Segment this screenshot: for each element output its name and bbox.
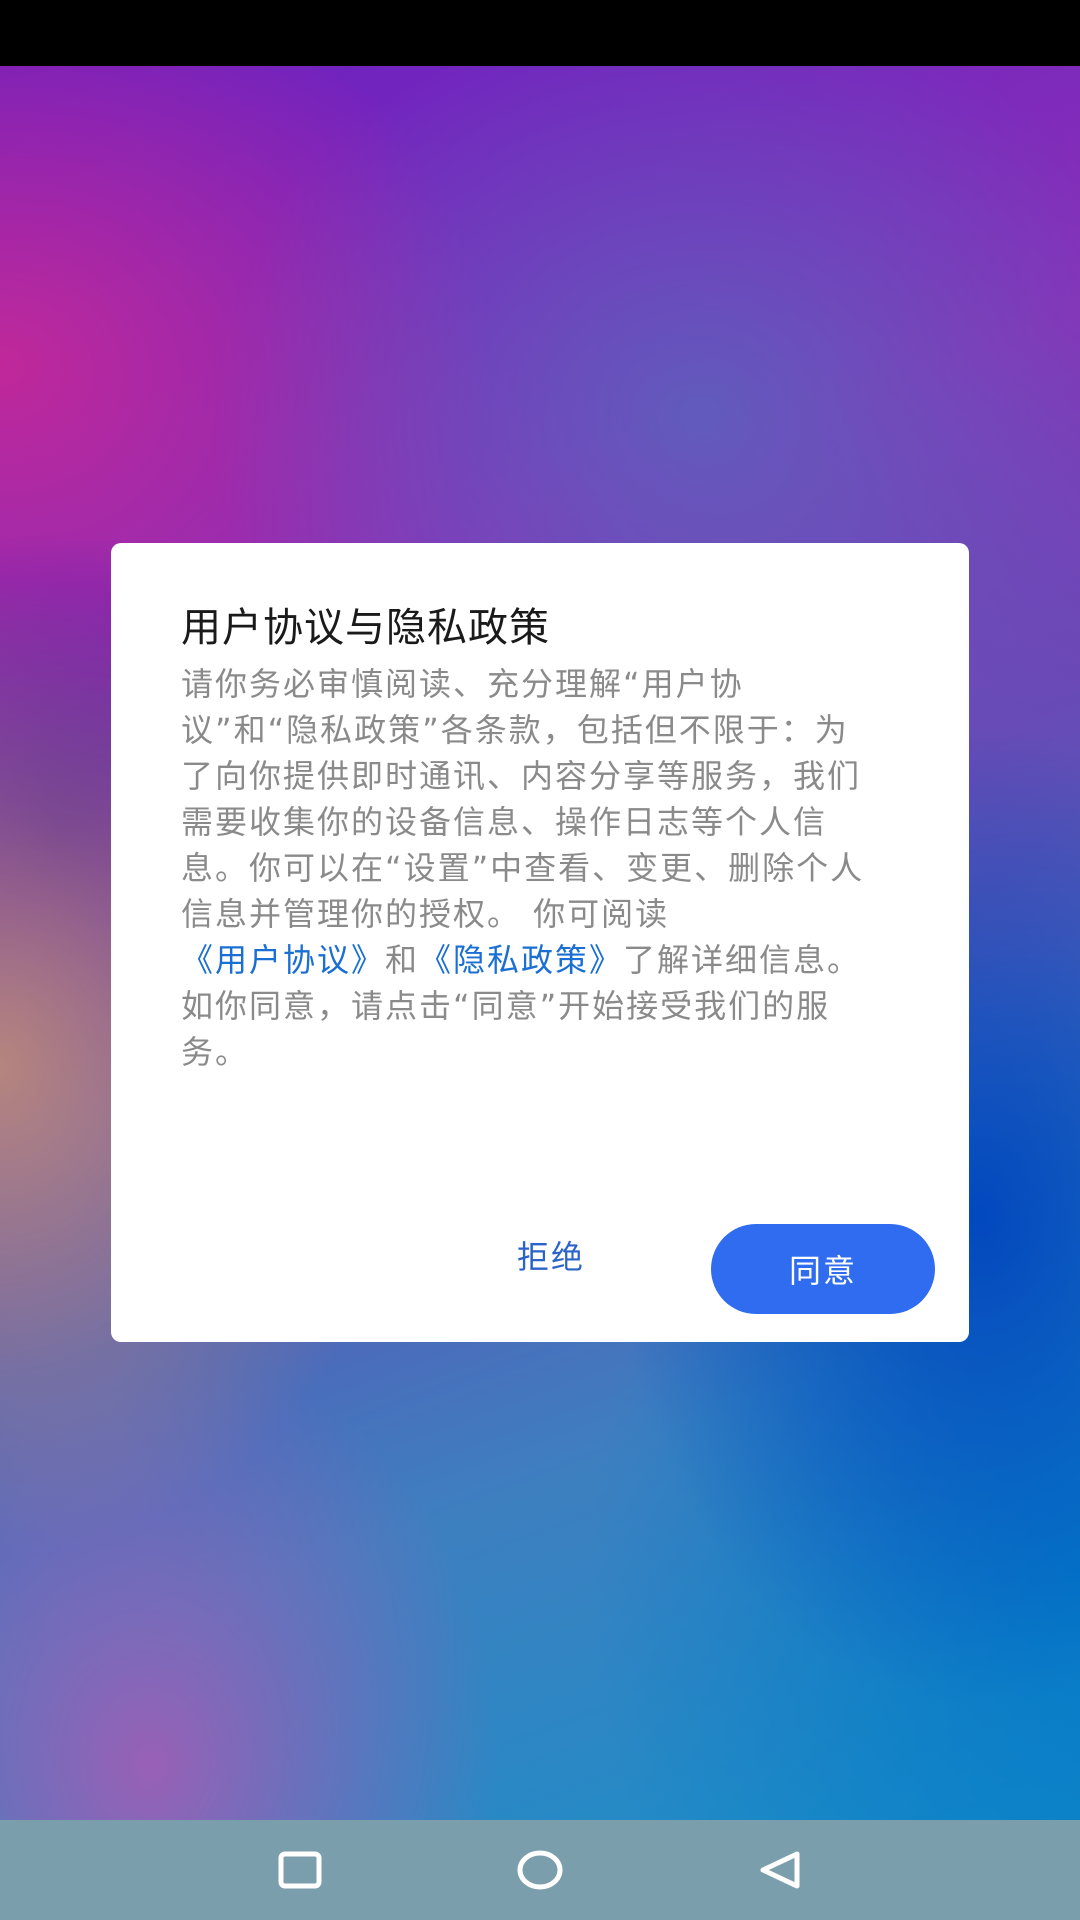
circle-home-icon <box>517 1850 563 1890</box>
privacy-policy-link[interactable]: 《隐私政策》 <box>419 941 623 979</box>
square-recent-apps-icon <box>278 1851 322 1889</box>
dialog-body: 请你务必审慎阅读、充分理解“用户协议”和“隐私政策”各条款，包括但不限于：为了向… <box>181 661 871 1075</box>
back-button[interactable] <box>750 1840 810 1900</box>
screen: 用户协议与隐私政策 请你务必审慎阅读、充分理解“用户协议”和“隐私政策”各条款，… <box>0 0 1080 1920</box>
recent-apps-button[interactable] <box>270 1840 330 1900</box>
navigation-bar <box>0 1820 1080 1920</box>
user-agreement-link[interactable]: 《用户协议》 <box>181 941 385 979</box>
body-text-and: 和 <box>385 941 420 979</box>
home-button[interactable] <box>510 1840 570 1900</box>
triangle-back-icon <box>760 1851 800 1889</box>
dialog-title: 用户协议与隐私政策 <box>181 605 550 651</box>
reject-button[interactable]: 拒绝 <box>481 1225 621 1285</box>
privacy-dialog: 用户协议与隐私政策 请你务必审慎阅读、充分理解“用户协议”和“隐私政策”各条款，… <box>111 543 969 1342</box>
agree-button[interactable]: 同意 <box>711 1224 935 1314</box>
body-text-intro: 请你务必审慎阅读、充分理解“用户协议”和“隐私政策”各条款，包括但不限于：为了向… <box>181 665 865 933</box>
status-bar <box>0 0 1080 66</box>
